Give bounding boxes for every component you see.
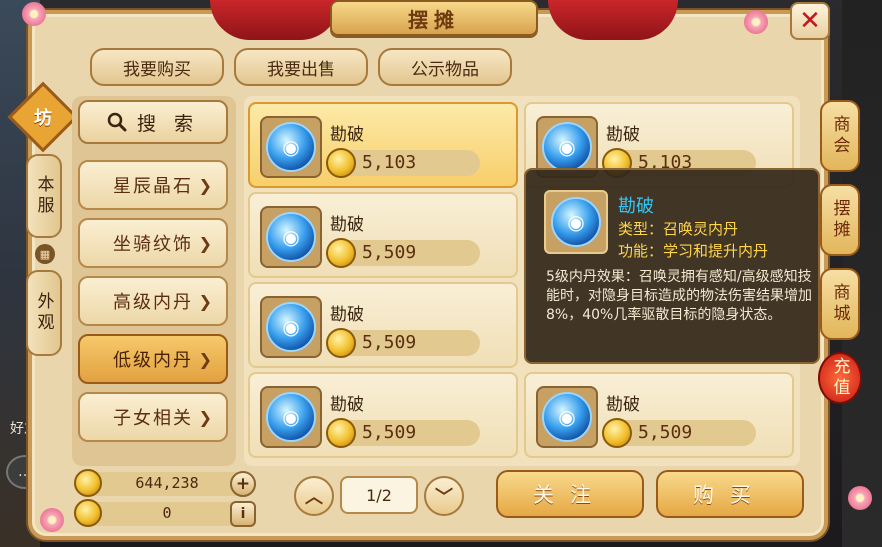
category-basic-core[interactable]: 低级内丹 ❯ <box>78 334 228 384</box>
recharge-button[interactable]: 充值 <box>818 352 862 404</box>
price-bar: 5,509 <box>602 418 756 448</box>
item-price: 5,509 <box>362 332 417 353</box>
item-icon-frame: ◉ <box>260 296 322 358</box>
coin-icon <box>326 238 356 268</box>
item-name: 勘破 <box>330 305 364 325</box>
tooltip-type: 类型：召唤灵内丹 <box>618 220 739 238</box>
category-label: 星辰晶石 <box>113 176 193 197</box>
tab-appearance[interactable]: 外观 <box>26 270 62 356</box>
buy-button[interactable]: 购买 <box>656 470 804 518</box>
category-label: 坐骑纹饰 <box>113 234 193 255</box>
category-mount-pattern[interactable]: 坐骑纹饰 ❯ <box>78 218 228 268</box>
item-card[interactable]: ◉ 勘破 5,509 <box>248 372 518 458</box>
item-icon-frame: ◉ <box>260 386 322 448</box>
item-price: 5,509 <box>638 422 693 443</box>
item-card[interactable]: ◉ 勘破 5,509 <box>248 192 518 278</box>
coin-icon <box>326 328 356 358</box>
item-name: 勘破 <box>606 395 640 415</box>
search-button[interactable]: 搜 索 <box>78 100 228 144</box>
close-button[interactable]: ✕ <box>790 2 830 40</box>
tooltip-icon-frame: ◉ <box>544 190 608 254</box>
search-icon <box>107 112 127 132</box>
currency-amount: 0 <box>162 504 172 522</box>
tooltip-description: 5级内丹效果：召唤灵拥有感知/高级感知技能时，对隐身目标造成的物法伤害结果增加8… <box>546 269 812 323</box>
currency-amount: 644,238 <box>135 474 199 492</box>
price-bar: 5,509 <box>326 238 480 268</box>
flower-decoration <box>744 10 768 34</box>
item-icon-frame: ◉ <box>260 206 322 268</box>
inner-core-orb-icon: ◉ <box>266 122 316 172</box>
follow-button[interactable]: 关注 <box>496 470 644 518</box>
item-card[interactable]: ◉ 勘破 5,509 <box>248 282 518 368</box>
item-name: 勘破 <box>330 395 364 415</box>
item-name: 勘破 <box>606 125 640 145</box>
inner-core-orb-icon: ◉ <box>266 392 316 442</box>
flower-decoration <box>40 508 64 532</box>
currency-silver-row: 644,238 + <box>74 469 256 497</box>
item-icon-frame: ◉ <box>260 116 322 178</box>
chevron-right-icon: ❯ <box>198 175 214 195</box>
coin-icon <box>326 148 356 178</box>
decorative-ribbon-left <box>210 0 340 40</box>
chevron-right-icon: ❯ <box>198 233 214 253</box>
market-badge-label: 坊 <box>34 108 52 129</box>
category-label: 子女相关 <box>113 408 193 429</box>
coin-icon <box>74 499 102 527</box>
item-price: 5,103 <box>362 152 417 173</box>
category-advanced-core[interactable]: 高级内丹 ❯ <box>78 276 228 326</box>
item-name: 勘破 <box>330 125 364 145</box>
coin-icon <box>74 469 102 497</box>
item-card[interactable]: ◉ 勘破 5,509 <box>524 372 794 458</box>
decorative-ribbon-right <box>548 0 678 40</box>
search-label: 搜 索 <box>136 112 200 135</box>
page-indicator: 1/2 <box>340 476 418 514</box>
tab-public-items[interactable]: 公示物品 <box>378 48 512 86</box>
tab-sell[interactable]: 我要出售 <box>234 48 368 86</box>
inner-core-orb-icon: ◉ <box>266 302 316 352</box>
flower-decoration <box>848 486 872 510</box>
category-label: 高级内丹 <box>113 292 193 313</box>
item-card[interactable]: ◉ 勘破 5,103 <box>248 102 518 188</box>
item-price: 5,509 <box>362 422 417 443</box>
coin-icon <box>326 418 356 448</box>
category-star-crystal[interactable]: 星辰晶石 ❯ <box>78 160 228 210</box>
inner-core-orb-icon: ◉ <box>266 212 316 262</box>
chevron-right-icon: ❯ <box>198 349 214 369</box>
price-bar: 5,509 <box>326 328 480 358</box>
item-price: 5,509 <box>362 242 417 263</box>
window-title: 摆摊 <box>330 0 538 36</box>
chevron-right-icon: ❯ <box>198 407 214 427</box>
info-button[interactable]: i <box>230 501 256 527</box>
tab-local-server[interactable]: 本服 <box>26 154 62 238</box>
item-icon-frame: ◉ <box>536 386 598 448</box>
item-name: 勘破 <box>330 215 364 235</box>
tab-buy[interactable]: 我要购买 <box>90 48 224 86</box>
inner-core-orb-icon: ◉ <box>542 392 592 442</box>
tooltip-function: 功能：学习和提升内丹 <box>618 242 769 260</box>
tooltip-item-name: 勘破 <box>618 196 654 217</box>
item-tooltip: ◉ 勘破 类型：召唤灵内丹 功能：学习和提升内丹 5级内丹效果：召唤灵拥有感知/… <box>524 168 820 364</box>
coin-icon <box>602 418 632 448</box>
category-label: 低级内丹 <box>113 350 193 371</box>
flower-decoration <box>22 2 46 26</box>
page-down-button[interactable]: ﹀ <box>424 476 464 516</box>
inner-core-orb-icon: ◉ <box>542 122 592 172</box>
add-currency-button[interactable]: + <box>230 471 256 497</box>
page-up-button[interactable]: ︿ <box>294 476 334 516</box>
grid-icon: ▦ <box>35 244 55 264</box>
currency-gold-row: 0 i <box>74 499 256 527</box>
price-bar: 5,509 <box>326 418 480 448</box>
chevron-right-icon: ❯ <box>198 291 214 311</box>
tab-chamber-of-commerce[interactable]: 商会 <box>820 100 860 172</box>
tab-shop[interactable]: 商城 <box>820 268 860 340</box>
category-children[interactable]: 子女相关 ❯ <box>78 392 228 442</box>
tab-stall[interactable]: 摆摊 <box>820 184 860 256</box>
inner-core-orb-icon: ◉ <box>551 197 601 247</box>
price-bar: 5,103 <box>326 148 480 178</box>
